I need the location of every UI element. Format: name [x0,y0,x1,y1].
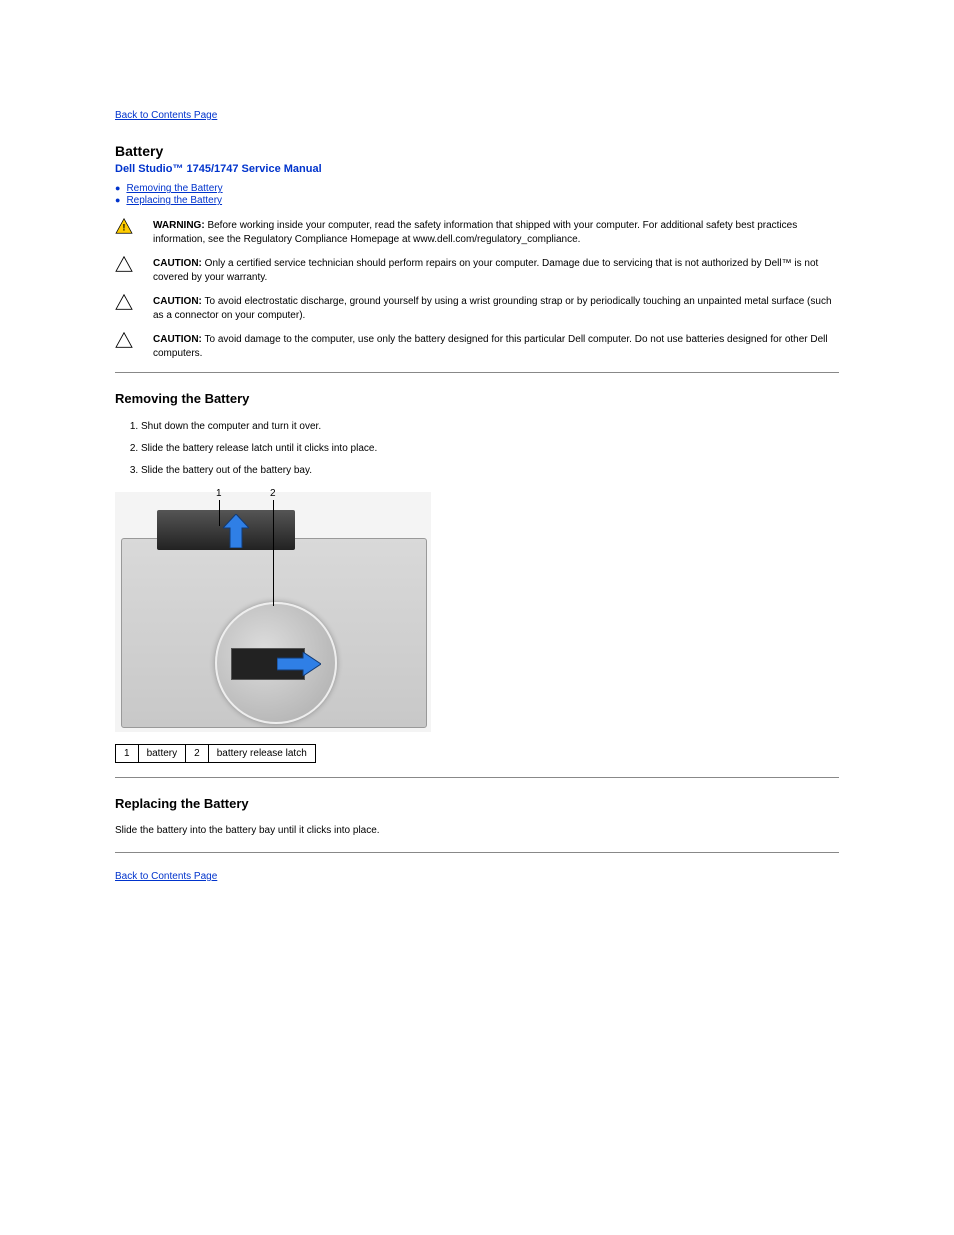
caution-text: CAUTION: Only a certified service techni… [147,256,839,284]
caution-block: CAUTION: To avoid damage to the computer… [115,332,839,360]
warning-body: Before working inside your computer, rea… [153,220,797,245]
caution-block: CAUTION: To avoid electrostatic discharg… [115,294,839,322]
toc-link-remove[interactable]: Removing the Battery [126,183,222,194]
list-item: Shut down the computer and turn it over. [141,420,839,434]
warning-block: ! WARNING: Before working inside your co… [115,218,839,246]
caution-text: CAUTION: To avoid electrostatic discharg… [147,294,839,322]
warning-icon: ! [115,218,147,234]
list-item: Slide the battery out of the battery bay… [141,464,839,478]
replacing-heading: Replacing the Battery [115,796,839,811]
list-item: Slide the battery release latch until it… [141,442,839,456]
legend-num: 1 [116,745,139,763]
caution-icon [115,294,147,310]
caution-label: CAUTION: [153,334,202,345]
battery-figure: 1 2 [115,492,431,732]
caution-body: To avoid electrostatic discharge, ground… [153,296,832,321]
arrow-right-icon [277,652,321,676]
caution-icon [115,256,147,272]
caution-text: CAUTION: To avoid damage to the computer… [147,332,839,360]
back-to-contents-link[interactable]: Back to Contents Page [115,871,217,882]
svg-text:!: ! [123,222,126,232]
list-item: Replacing the Battery [115,195,839,206]
caution-label: CAUTION: [153,296,202,307]
divider [115,852,839,853]
divider [115,372,839,373]
callout-line [273,500,274,606]
manual-title: Dell Studio™ 1745/1747 Service Manual [115,163,839,175]
zoom-circle [215,602,337,724]
callout-number: 2 [270,488,276,499]
section-title: Battery [115,143,839,159]
caution-block: CAUTION: Only a certified service techni… [115,256,839,284]
legend-text: battery release latch [208,745,315,763]
removing-heading: Removing the Battery [115,391,839,406]
caution-body: To avoid damage to the computer, use onl… [153,334,828,359]
table-row: 1 battery 2 battery release latch [116,745,316,763]
legend-num: 2 [186,745,209,763]
section-toc: Removing the Battery Replacing the Batte… [115,183,839,206]
warning-text: WARNING: Before working inside your comp… [147,218,839,246]
legend-text: battery [138,745,186,763]
warning-label: WARNING: [153,220,205,231]
arrow-up-icon [223,514,249,548]
back-to-contents-link[interactable]: Back to Contents Page [115,110,217,121]
divider [115,777,839,778]
replace-step: Slide the battery into the battery bay u… [115,825,839,836]
caution-body: Only a certified service technician shou… [153,258,818,283]
figure-legend-table: 1 battery 2 battery release latch [115,744,316,763]
callout-line [219,500,220,526]
remove-steps: Shut down the computer and turn it over.… [115,420,839,478]
caution-icon [115,332,147,348]
toc-link-replace[interactable]: Replacing the Battery [126,195,222,206]
callout-number: 1 [216,488,222,499]
list-item: Removing the Battery [115,183,839,194]
caution-label: CAUTION: [153,258,202,269]
